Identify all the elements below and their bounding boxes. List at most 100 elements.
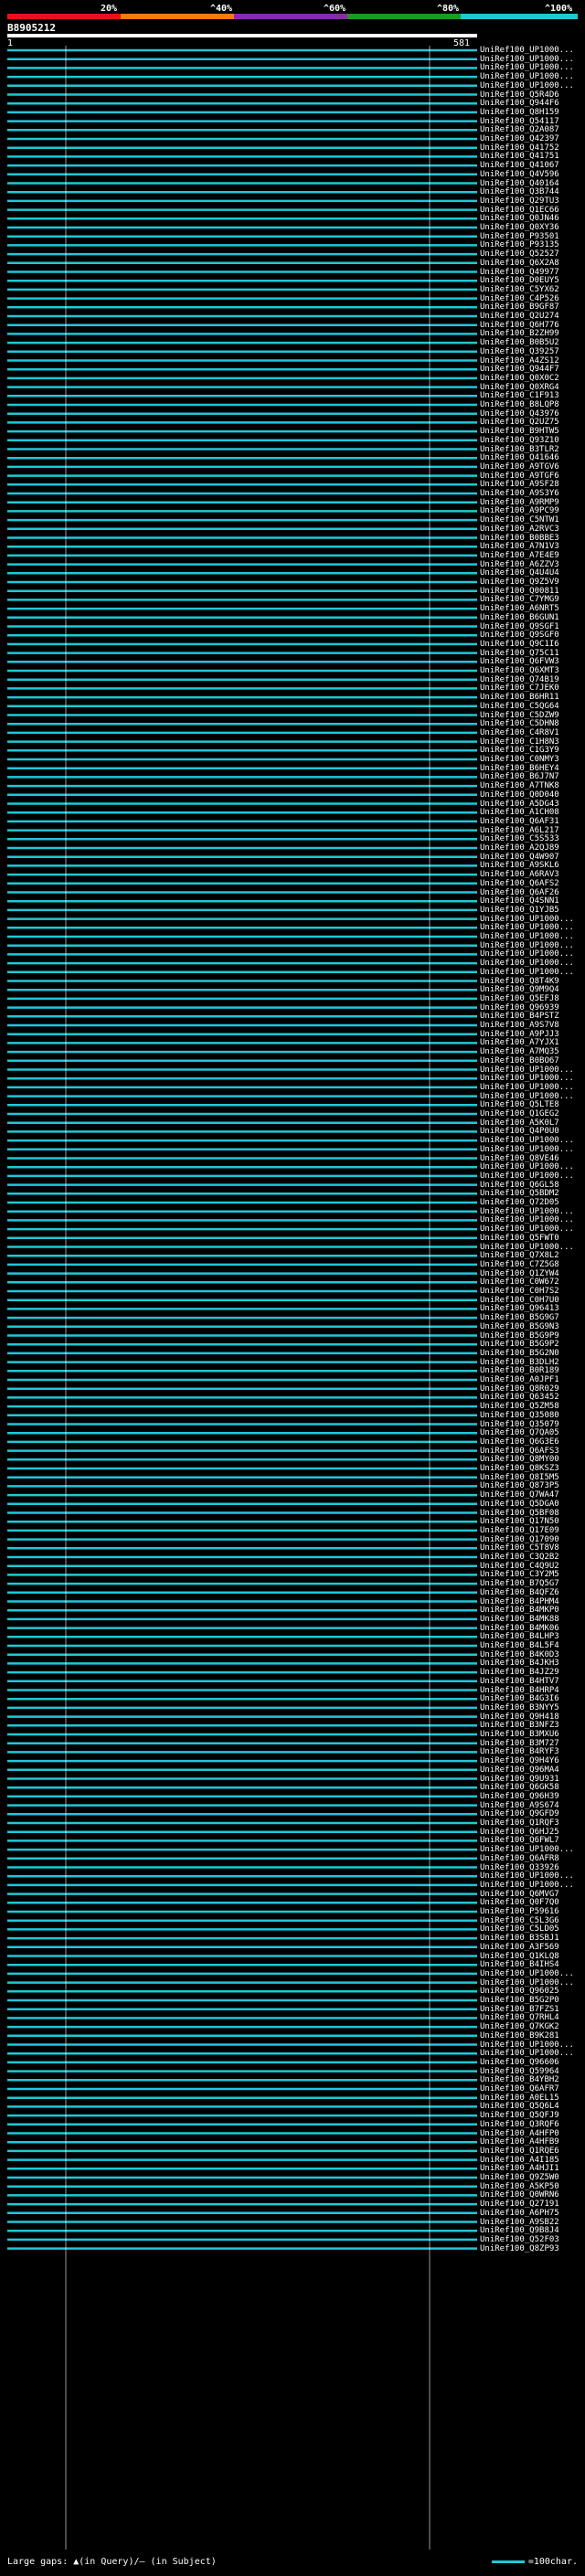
hit-label[interactable]: UniRef100_A9PC99 [480, 506, 559, 515]
hit-label[interactable]: UniRef100_A9S3Y6 [480, 489, 559, 498]
hit-label[interactable]: UniRef100_Q5EFJ8 [480, 994, 559, 1003]
hit-label[interactable]: UniRef100_Q52F03 [480, 2235, 559, 2244]
hit-label[interactable]: UniRef100_UP1000... [480, 81, 574, 90]
hit-label[interactable]: UniRef100_B3SBJ1 [480, 1934, 559, 1943]
hit-label[interactable]: UniRef100_Q9C1I6 [480, 640, 559, 649]
hit-label[interactable]: UniRef100_A4I185 [480, 2156, 559, 2165]
hit-label[interactable]: UniRef100_C4R8V1 [480, 728, 559, 737]
hit-label[interactable]: UniRef100_UP1000... [480, 1083, 574, 1092]
hit-label[interactable]: UniRef100_Q96939 [480, 1003, 559, 1012]
hit-label[interactable]: UniRef100_UP1000... [480, 949, 574, 959]
hit-label[interactable]: UniRef100_Q54117 [480, 117, 559, 126]
hit-label[interactable]: UniRef100_Q9Z5V9 [480, 578, 559, 587]
hit-label[interactable]: UniRef100_B0BBE3 [480, 534, 559, 543]
hit-label[interactable]: UniRef100_UP1000... [480, 1207, 574, 1216]
hit-label[interactable]: UniRef100_Q75C11 [480, 649, 559, 658]
hit-label[interactable]: UniRef100_C7Z5G8 [480, 1260, 559, 1269]
hit-label[interactable]: UniRef100_UP1000... [480, 932, 574, 941]
hit-label[interactable]: UniRef100_A9TGV6 [480, 462, 559, 472]
hit-label[interactable]: UniRef100_C0H7S2 [480, 1287, 559, 1296]
hit-label[interactable]: UniRef100_B4QFZ6 [480, 1588, 559, 1597]
hit-label[interactable]: UniRef100_A6PH75 [480, 2209, 559, 2218]
hit-label[interactable]: UniRef100_A7TNK8 [480, 781, 559, 790]
hit-label[interactable]: UniRef100_B9HTW5 [480, 427, 559, 436]
hit-label[interactable]: UniRef100_C5NTW1 [480, 515, 559, 525]
hit-label[interactable]: UniRef100_Q9GFD9 [480, 1809, 559, 1818]
hit-label[interactable]: UniRef100_Q96413 [480, 1304, 559, 1313]
hit-label[interactable]: UniRef100_C5YX62 [480, 285, 559, 294]
hit-label[interactable]: UniRef100_Q63452 [480, 1393, 559, 1402]
hit-label[interactable]: UniRef100_C5DZW9 [480, 711, 559, 720]
hit-label[interactable]: UniRef100_C0W672 [480, 1277, 559, 1287]
hit-label[interactable]: UniRef100_UP1000... [480, 2041, 574, 2050]
hit-label[interactable]: UniRef100_C7YMG9 [480, 595, 559, 604]
hit-label[interactable]: UniRef100_Q9SGF0 [480, 631, 559, 640]
hit-label[interactable]: UniRef100_Q4V596 [480, 170, 559, 179]
hit-label[interactable]: UniRef100_B3NYY5 [480, 1703, 559, 1712]
hit-label[interactable]: UniRef100_B5G2P0 [480, 1996, 559, 2005]
hit-label[interactable]: UniRef100_A9SF28 [480, 480, 559, 489]
hit-label[interactable]: UniRef100_UP1000... [480, 1092, 574, 1101]
hit-label[interactable]: UniRef100_Q6G3E6 [480, 1437, 559, 1447]
hit-label[interactable]: UniRef100_C5T8V8 [480, 1543, 559, 1553]
hit-label[interactable]: UniRef100_Q6FWL7 [480, 1836, 559, 1845]
hit-label[interactable]: UniRef100_Q5DGA0 [480, 1500, 559, 1509]
hit-label[interactable]: UniRef100_B3NFZ3 [480, 1721, 559, 1730]
hit-label[interactable]: UniRef100_Q96025 [480, 1987, 559, 1996]
hit-label[interactable]: UniRef100_Q6AFR8 [480, 1854, 559, 1863]
hit-label[interactable]: UniRef100_B6HEY4 [480, 764, 559, 773]
hit-label[interactable]: UniRef100_UP1000... [480, 1171, 574, 1181]
hit-label[interactable]: UniRef100_Q8KSZ3 [480, 1464, 559, 1473]
hit-label[interactable]: UniRef100_UP1000... [480, 2049, 574, 2058]
hit-label[interactable]: UniRef100_Q1YJB5 [480, 906, 559, 915]
hit-label[interactable]: UniRef100_Q1ZYW4 [480, 1269, 559, 1278]
hit-label[interactable]: UniRef100_A2QJ89 [480, 843, 559, 853]
hit-label[interactable]: UniRef100_B4G3I6 [480, 1694, 559, 1703]
hit-label[interactable]: UniRef100_Q1KLQ8 [480, 1952, 559, 1961]
hit-label[interactable]: UniRef100_Q4W907 [480, 853, 559, 862]
hit-label[interactable]: UniRef100_B6GUN1 [480, 613, 559, 622]
hit-label[interactable]: UniRef100_Q96MA4 [480, 1765, 559, 1775]
hit-label[interactable]: UniRef100_C3Y2M5 [480, 1570, 559, 1579]
hit-label[interactable]: UniRef100_Q944F6 [480, 99, 559, 108]
hit-label[interactable]: UniRef100_Q0XRG4 [480, 383, 559, 392]
hit-label[interactable]: UniRef100_UP1000... [480, 1243, 574, 1252]
hit-label[interactable]: UniRef100_Q7RHL4 [480, 2013, 559, 2022]
hit-label[interactable]: UniRef100_Q5BF08 [480, 1509, 559, 1518]
hit-label[interactable]: UniRef100_A6L217 [480, 826, 559, 835]
hit-label[interactable]: UniRef100_A7N1V3 [480, 542, 559, 551]
hit-label[interactable]: UniRef100_B4MK88 [480, 1615, 559, 1624]
hit-label[interactable]: UniRef100_B5G9P9 [480, 1331, 559, 1341]
hit-label[interactable]: UniRef100_A6ZZV3 [480, 560, 559, 569]
hit-label[interactable]: UniRef100_C1H8N3 [480, 737, 559, 747]
hit-label[interactable]: UniRef100_Q9B8J4 [480, 2226, 559, 2235]
hit-label[interactable]: UniRef100_C3Q2B2 [480, 1553, 559, 1562]
hit-label[interactable]: UniRef100_Q8T4K9 [480, 977, 559, 986]
hit-label[interactable]: UniRef100_Q0XY36 [480, 223, 559, 232]
hit-label[interactable]: UniRef100_B3DLH2 [480, 1358, 559, 1367]
hit-label[interactable]: UniRef100_UP1000... [480, 968, 574, 977]
hit-label[interactable]: UniRef100_Q35080 [480, 1411, 559, 1420]
hit-label[interactable]: UniRef100_B9GF87 [480, 302, 559, 312]
hit-label[interactable]: UniRef100_UP1000... [480, 1845, 574, 1854]
hit-label[interactable]: UniRef100_B8LQP8 [480, 400, 559, 409]
hit-label[interactable]: UniRef100_Q4P0U0 [480, 1127, 559, 1136]
hit-label[interactable]: UniRef100_B4PHM4 [480, 1597, 559, 1606]
hit-label[interactable]: UniRef100_Q0X0C2 [480, 374, 559, 383]
hit-label[interactable]: UniRef100_Q52527 [480, 249, 559, 259]
hit-label[interactable]: UniRef100_Q7KGK2 [480, 2022, 559, 2031]
hit-label[interactable]: UniRef100_B4YBH2 [480, 2075, 559, 2084]
hit-label[interactable]: UniRef100_C0NMY3 [480, 755, 559, 764]
hit-label[interactable]: UniRef100_Q6AF31 [480, 817, 559, 826]
hit-label[interactable]: UniRef100_UP1000... [480, 1136, 574, 1145]
hit-label[interactable]: UniRef100_C5QG64 [480, 702, 559, 711]
hit-label[interactable]: UniRef100_Q72D05 [480, 1198, 559, 1207]
hit-label[interactable]: UniRef100_B3MXU6 [480, 1730, 559, 1739]
hit-label[interactable]: UniRef100_Q1RQF3 [480, 1818, 559, 1828]
hit-label[interactable]: UniRef100_Q5R4D6 [480, 90, 559, 100]
hit-label[interactable]: UniRef100_Q49977 [480, 268, 559, 277]
hit-label[interactable]: UniRef100_Q43976 [480, 409, 559, 419]
hit-label[interactable]: UniRef100_C4P526 [480, 294, 559, 303]
hit-label[interactable]: UniRef100_B3TLR2 [480, 445, 559, 454]
hit-label[interactable]: UniRef100_A7YJX1 [480, 1038, 559, 1047]
